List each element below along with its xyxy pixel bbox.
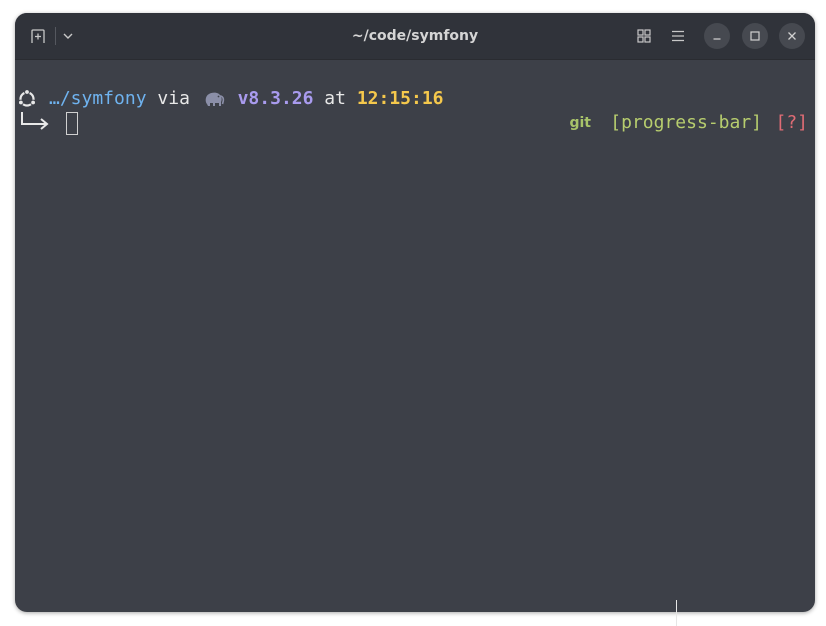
prompt-at: at	[324, 88, 346, 109]
maximize-button[interactable]	[742, 23, 768, 49]
overview-button[interactable]	[633, 25, 655, 47]
prompt-via: via	[157, 88, 190, 109]
prompt-path: …/symfony	[49, 88, 147, 109]
ubuntu-icon	[18, 89, 37, 107]
grid-icon	[637, 29, 651, 43]
git-status: [?]	[775, 112, 808, 133]
title-bar: ~/code/symfony	[15, 13, 815, 60]
prompt-line: …/symfony via v8.3.26 at 12:15:16	[17, 87, 444, 111]
background-divider	[676, 600, 677, 626]
php-version: v8.3.26	[237, 88, 314, 109]
git-branch: [progress-bar]	[610, 112, 762, 133]
main-menu-button[interactable]	[667, 25, 689, 47]
input-line[interactable]: git [progress-bar] [?]	[20, 111, 810, 137]
minimize-button[interactable]	[704, 23, 730, 49]
text-cursor	[66, 112, 78, 135]
terminal-content[interactable]: …/symfony via v8.3.26 at 12:15:16 git [p…	[15, 60, 815, 612]
hamburger-icon	[672, 30, 684, 42]
minimize-icon	[713, 38, 721, 40]
elephant-icon	[205, 92, 224, 106]
maximize-icon	[750, 31, 760, 41]
window-title: ~/code/symfony	[351, 28, 479, 44]
prompt-time: 12:15:16	[356, 88, 444, 109]
terminal-window: ~/code/symfony …/symfony via v8.3.26 at …	[15, 13, 815, 612]
arrow-return-icon	[21, 112, 49, 130]
git-label: git	[569, 115, 591, 131]
close-button[interactable]	[779, 23, 805, 49]
close-icon	[788, 32, 796, 40]
